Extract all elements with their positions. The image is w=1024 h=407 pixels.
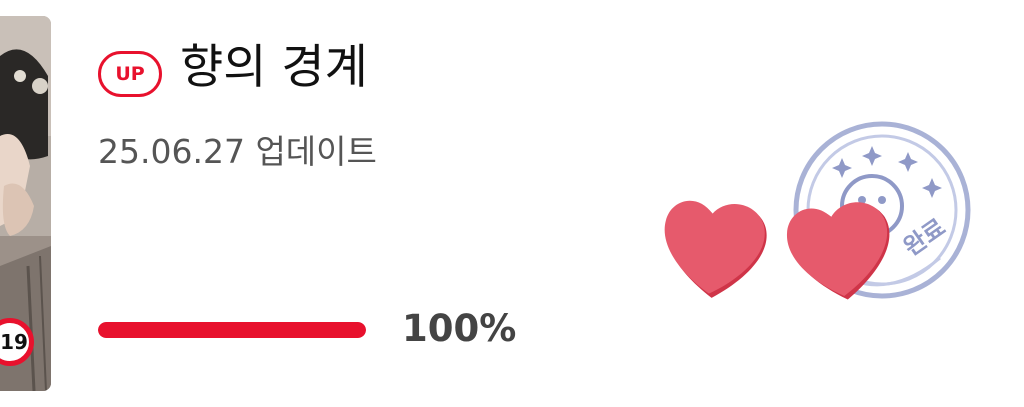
age-rating-label: 19 <box>0 330 28 354</box>
progress-percent: 100% <box>402 307 517 350</box>
update-date: 25.06.27 업데이트 <box>98 132 377 171</box>
series-card[interactable]: 19 UP 향의 경계 25.06.27 업데이트 100% 완료 <box>0 0 1024 407</box>
progress-bar <box>98 322 366 338</box>
progress-bar-fill <box>98 322 366 338</box>
up-badge: UP <box>98 51 162 97</box>
series-title[interactable]: 향의 경계 <box>180 36 368 100</box>
hearts-icon <box>664 200 890 300</box>
up-badge-label: UP <box>115 63 145 85</box>
